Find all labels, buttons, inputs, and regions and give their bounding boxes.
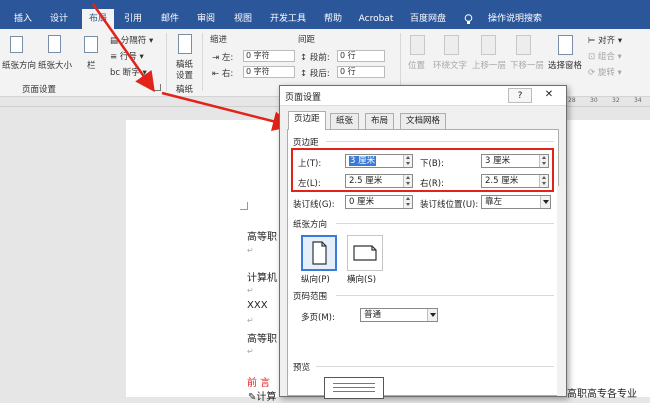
section-divider <box>326 141 554 142</box>
tab-layout-dlg[interactable]: 布局 <box>365 113 395 129</box>
page-setup-dialog: 页面设置 ? ✕ 页边距 纸张 布局 文档网格 页边距 上(T): 3 厘米 下… <box>279 85 567 399</box>
dialog-title-bar: 页面设置 ? ✕ <box>280 86 566 106</box>
dialog-body: 页边距 上(T): 3 厘米 下(B): 3 厘米 左(L): 2.5 厘米 右… <box>287 129 559 399</box>
section-divider <box>336 223 554 224</box>
chevron-down-icon <box>540 196 550 208</box>
help-icon[interactable]: ? <box>508 88 532 103</box>
arrow-to-launcher <box>91 3 155 93</box>
section-divider <box>336 295 554 296</box>
preview-page <box>324 377 384 399</box>
gutter-position-label: 装订线位置(U): <box>420 200 479 210</box>
highlight-box <box>291 148 554 192</box>
section-margins-title: 页边距 <box>293 138 319 148</box>
tab-paper[interactable]: 纸张 <box>330 113 360 129</box>
multiple-pages-select[interactable]: 普通 <box>360 308 438 322</box>
preview-text-line <box>333 391 375 392</box>
landscape-icon <box>353 245 377 261</box>
gutter-position-select[interactable]: 靠左 <box>481 195 551 209</box>
gutter-label: 装订线(G): <box>293 200 335 210</box>
section-preview-title: 预览 <box>293 363 311 373</box>
scrollbar[interactable] <box>557 186 566 396</box>
arrow-to-margins-tab <box>161 91 293 131</box>
close-icon[interactable]: ✕ <box>536 88 562 103</box>
preview-text-line <box>333 383 375 384</box>
portrait-label: 纵向(P) <box>301 275 330 285</box>
preview-text-line <box>333 387 375 388</box>
multiple-pages-label: 多页(M): <box>301 313 335 323</box>
chevron-down-icon <box>427 309 437 321</box>
gutter-input[interactable]: 0 厘米 <box>345 195 413 209</box>
portrait-icon <box>312 241 327 265</box>
tab-margins[interactable]: 页边距 <box>288 111 326 130</box>
section-pages-title: 页码范围 <box>293 292 328 302</box>
tab-doc-grid[interactable]: 文档网格 <box>400 113 447 129</box>
dialog-title: 页面设置 <box>285 93 322 103</box>
spinner-icon[interactable] <box>403 196 412 208</box>
landscape-label: 横向(S) <box>347 275 377 285</box>
landscape-option[interactable] <box>347 235 383 271</box>
section-orientation-title: 纸张方向 <box>293 220 328 230</box>
portrait-option[interactable] <box>301 235 337 271</box>
section-divider <box>316 366 554 367</box>
